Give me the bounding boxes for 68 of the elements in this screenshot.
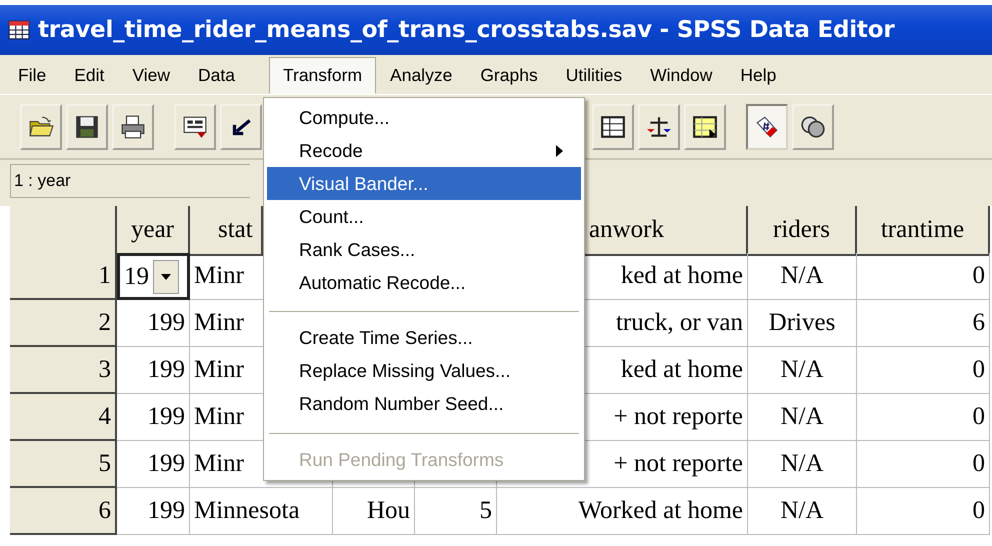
printer-icon bbox=[120, 114, 146, 140]
table-cell: Hou bbox=[333, 488, 415, 535]
table-cell: Worked at home bbox=[497, 488, 748, 535]
row-header[interactable]: 3 bbox=[10, 347, 117, 394]
table-cell: 0 bbox=[857, 253, 990, 300]
tag-icon bbox=[754, 114, 780, 140]
menu-item[interactable]: File bbox=[4, 57, 60, 94]
table-cell: 0 bbox=[857, 441, 990, 488]
column-header[interactable]: stat bbox=[190, 206, 263, 256]
menu-item[interactable]: Analyze bbox=[376, 57, 466, 94]
submenu-arrow-icon bbox=[556, 144, 563, 156]
printer-button[interactable] bbox=[112, 104, 154, 150]
cell-reference: 1 : year bbox=[10, 164, 250, 198]
table-cell: 199 bbox=[117, 394, 190, 441]
row-header[interactable]: 4 bbox=[10, 394, 117, 441]
table-cell: 0 bbox=[857, 347, 990, 394]
table-cell: Drives bbox=[748, 300, 857, 347]
menu-item[interactable]: Window bbox=[636, 57, 726, 94]
menu-item[interactable]: View bbox=[118, 57, 184, 94]
circles-icon bbox=[800, 114, 826, 140]
table-button[interactable] bbox=[592, 104, 634, 150]
dialog-button[interactable] bbox=[174, 104, 216, 150]
menu-item[interactable]: Data bbox=[184, 57, 249, 94]
table-button[interactable] bbox=[684, 104, 726, 150]
table-cell: 199 bbox=[117, 300, 190, 347]
column-header[interactable]: year bbox=[117, 206, 190, 256]
disk-button[interactable] bbox=[66, 104, 108, 150]
scales-button[interactable] bbox=[638, 104, 680, 150]
table-cell: 199 bbox=[117, 441, 190, 488]
dropdown-button[interactable] bbox=[153, 260, 179, 294]
folder-button[interactable] bbox=[20, 104, 62, 150]
table-cell: 199 bbox=[117, 347, 190, 394]
row-header[interactable]: 5 bbox=[10, 441, 117, 488]
row-header[interactable]: 6 bbox=[10, 488, 117, 535]
caret-icon bbox=[161, 274, 171, 280]
arrow-button[interactable] bbox=[220, 104, 262, 150]
table-cell: Minnesota bbox=[190, 488, 333, 535]
table-cell: N/A bbox=[748, 488, 857, 535]
row-header[interactable]: 2 bbox=[10, 300, 117, 347]
table-cell: N/A bbox=[748, 347, 857, 394]
table-cell: 0 bbox=[857, 488, 990, 535]
dialog-icon bbox=[182, 114, 208, 140]
circles-button[interactable] bbox=[792, 104, 834, 150]
menu-item[interactable]: Graphs bbox=[466, 57, 552, 94]
table-cell: 5 bbox=[415, 488, 497, 535]
table-cell: N/A bbox=[748, 394, 857, 441]
data-grid-icon bbox=[8, 20, 30, 40]
window-title: travel_time_rider_means_of_trans_crosstabs.sav - SPSS Data Editor bbox=[38, 17, 894, 43]
table-cell: 0 bbox=[857, 394, 990, 441]
tag-button[interactable] bbox=[746, 104, 788, 150]
table-icon bbox=[692, 114, 718, 140]
table-cell: N/A bbox=[748, 253, 857, 300]
menu-item[interactable]: Visual Bander... bbox=[267, 167, 581, 200]
menu-item[interactable]: Utilities bbox=[552, 57, 636, 94]
cell-editor[interactable]: 19 bbox=[117, 253, 190, 300]
cell-value: 19 bbox=[124, 262, 149, 290]
menu-item[interactable]: Transform bbox=[268, 57, 376, 94]
table-cell: N/A bbox=[748, 441, 857, 488]
table-icon bbox=[600, 114, 626, 140]
row-header[interactable]: 1 bbox=[10, 253, 117, 300]
menu-item[interactable]: Help bbox=[726, 57, 790, 94]
table-cell: 199 bbox=[117, 488, 190, 535]
column-header[interactable]: trantime bbox=[857, 206, 990, 256]
menu-item[interactable]: Edit bbox=[60, 57, 118, 94]
column-header[interactable]: riders bbox=[748, 206, 857, 256]
table-cell: 6 bbox=[857, 300, 990, 347]
menu-item[interactable]: Recode bbox=[267, 134, 581, 167]
menu-item[interactable]: Compute... bbox=[267, 101, 581, 134]
